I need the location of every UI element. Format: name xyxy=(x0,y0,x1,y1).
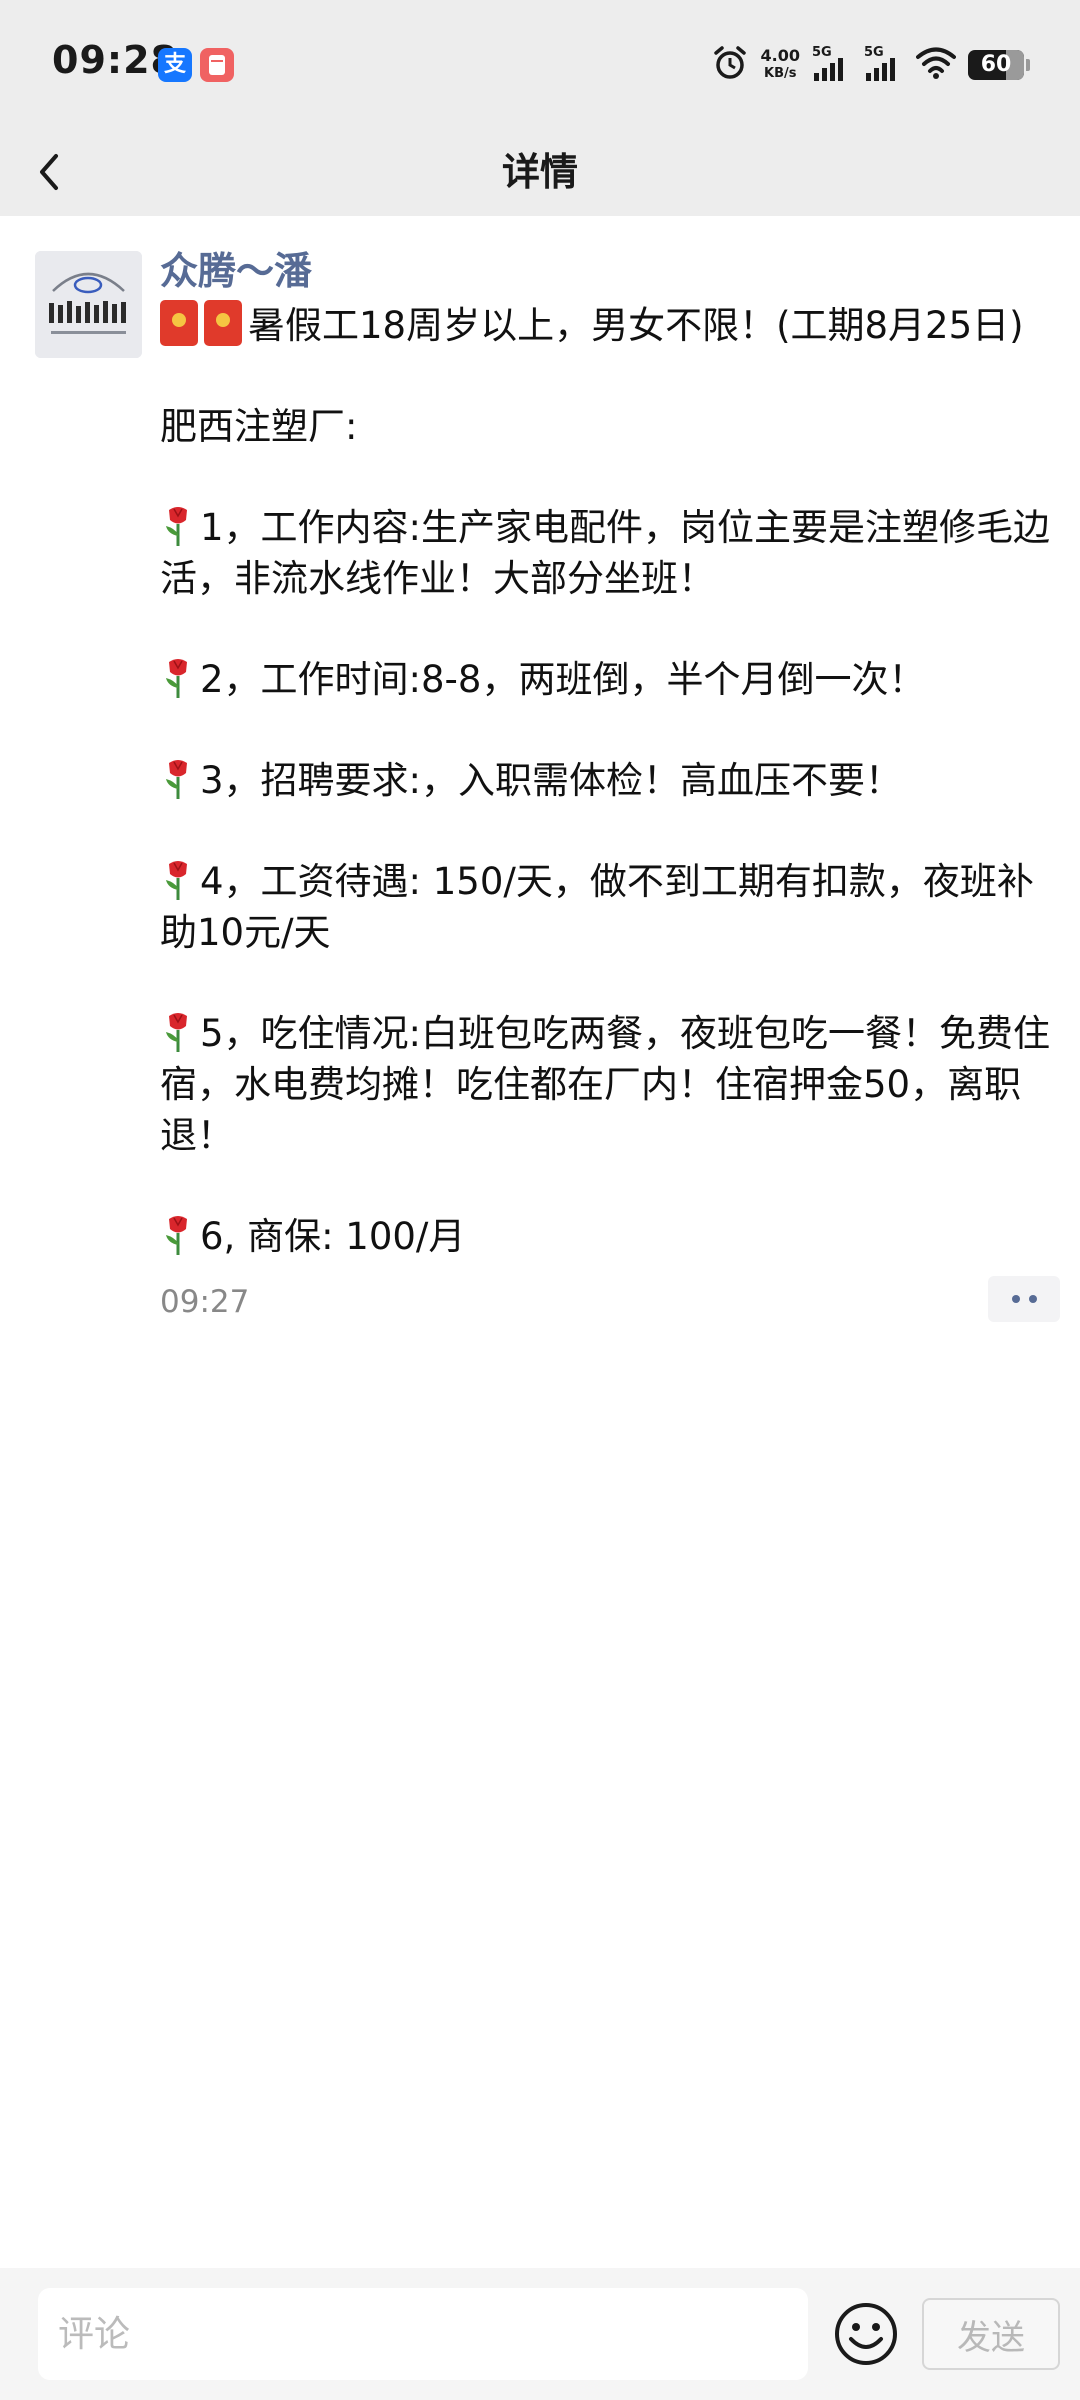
battery-tip xyxy=(1026,59,1030,71)
status-indicators: 4.00 KB/s 5G 5G 60 xyxy=(711,40,1030,90)
more-dots-icon xyxy=(1011,1295,1020,1303)
headline-text: 暑假工18周岁以上，男女不限！(工期8月25日) xyxy=(248,304,1024,347)
list-item-text: 4，工资待遇: 150/天，做不到工期有扣款，夜班补助10元/天 xyxy=(160,860,1034,954)
send-button[interactable]: 发送 xyxy=(922,2298,1060,2370)
post-text: 暑假工18周岁以上，男女不限！(工期8月25日) 肥西注塑厂: 1，工作内容:生… xyxy=(160,300,1060,1262)
author-name[interactable]: 众腾～潘 xyxy=(160,246,1060,296)
page-title: 详情 xyxy=(501,150,578,194)
alipay-icon: 支 xyxy=(158,48,192,82)
network-speed: 4.00 KB/s xyxy=(761,47,800,83)
rose-emoji xyxy=(166,760,187,799)
smiley-icon xyxy=(835,2303,897,2365)
comment-bar: 发送 xyxy=(0,2268,1080,2400)
list-item: 4，工资待遇: 150/天，做不到工期有扣款，夜班补助10元/天 xyxy=(160,856,1060,958)
list-item: 3，招聘要求:，入职需体检！高血压不要！ xyxy=(160,755,1060,806)
status-bar: 09:28 支 4.00 KB/s 5G 5G 60 xyxy=(0,0,1080,128)
rose-emoji xyxy=(166,861,187,900)
list-item-text: 1，工作内容:生产家电配件，岗位主要是注塑修毛边活，非流水线作业！大部分坐班！ xyxy=(160,506,1051,600)
factory-line: 肥西注塑厂: xyxy=(160,405,358,448)
rose-emoji xyxy=(166,507,187,546)
list-item: 1，工作内容:生产家电配件，岗位主要是注塑修毛边活，非流水线作业！大部分坐班！ xyxy=(160,502,1060,604)
red-packet-emoji xyxy=(204,300,242,346)
post-body: 众腾～潘 暑假工18周岁以上，男女不限！(工期8月25日) 肥西注塑厂: 1，工… xyxy=(160,246,1060,1326)
red-packet-emoji xyxy=(160,300,198,346)
list-item-text: 2，工作时间:8-8，两班倒，半个月倒一次！ xyxy=(200,658,926,701)
rose-emoji xyxy=(166,1013,187,1052)
network-speed-value: 4.00 xyxy=(760,46,800,65)
nav-bar: 详情 xyxy=(0,128,1080,216)
network-speed-unit: KB/s xyxy=(764,66,797,81)
list-item: 5，吃住情况:白班包吃两餐，夜班包吃一餐！免费住宿，水电费均摊！吃住都在厂内！住… xyxy=(160,1008,1060,1161)
list-item-text: 6, 商保: 100/月 xyxy=(200,1215,466,1258)
notification-app-icon xyxy=(200,48,234,82)
list-item: 6, 商保: 100/月 xyxy=(160,1211,1060,1262)
list-item-text: 3，招聘要求:，入职需体检！高血压不要！ xyxy=(200,759,903,802)
post-time: 09:27 xyxy=(160,1284,250,1320)
battery-level: 60 xyxy=(980,52,1012,77)
post-headline: 暑假工18周岁以上，男女不限！(工期8月25日) xyxy=(160,300,1060,351)
comment-input[interactable] xyxy=(38,2288,808,2380)
list-item: 2，工作时间:8-8，两班倒，半个月倒一次！ xyxy=(160,654,1060,705)
list-item-text: 5，吃住情况:白班包吃两餐，夜班包吃一餐！免费住宿，水电费均摊！吃住都在厂内！住… xyxy=(160,1012,1051,1157)
alarm-icon xyxy=(711,44,749,86)
wifi-icon xyxy=(916,46,956,84)
signal-icon: 5G xyxy=(864,45,904,85)
more-dots-icon xyxy=(1028,1295,1037,1303)
emoji-button[interactable] xyxy=(832,2300,900,2368)
battery-icon: 60 xyxy=(968,50,1024,80)
more-button[interactable] xyxy=(988,1276,1060,1322)
rose-emoji xyxy=(166,659,187,698)
post-meta: 09:27 xyxy=(160,1276,1060,1326)
rose-emoji xyxy=(166,1216,187,1255)
signal-icon: 5G xyxy=(812,45,852,85)
avatar[interactable] xyxy=(35,251,142,358)
